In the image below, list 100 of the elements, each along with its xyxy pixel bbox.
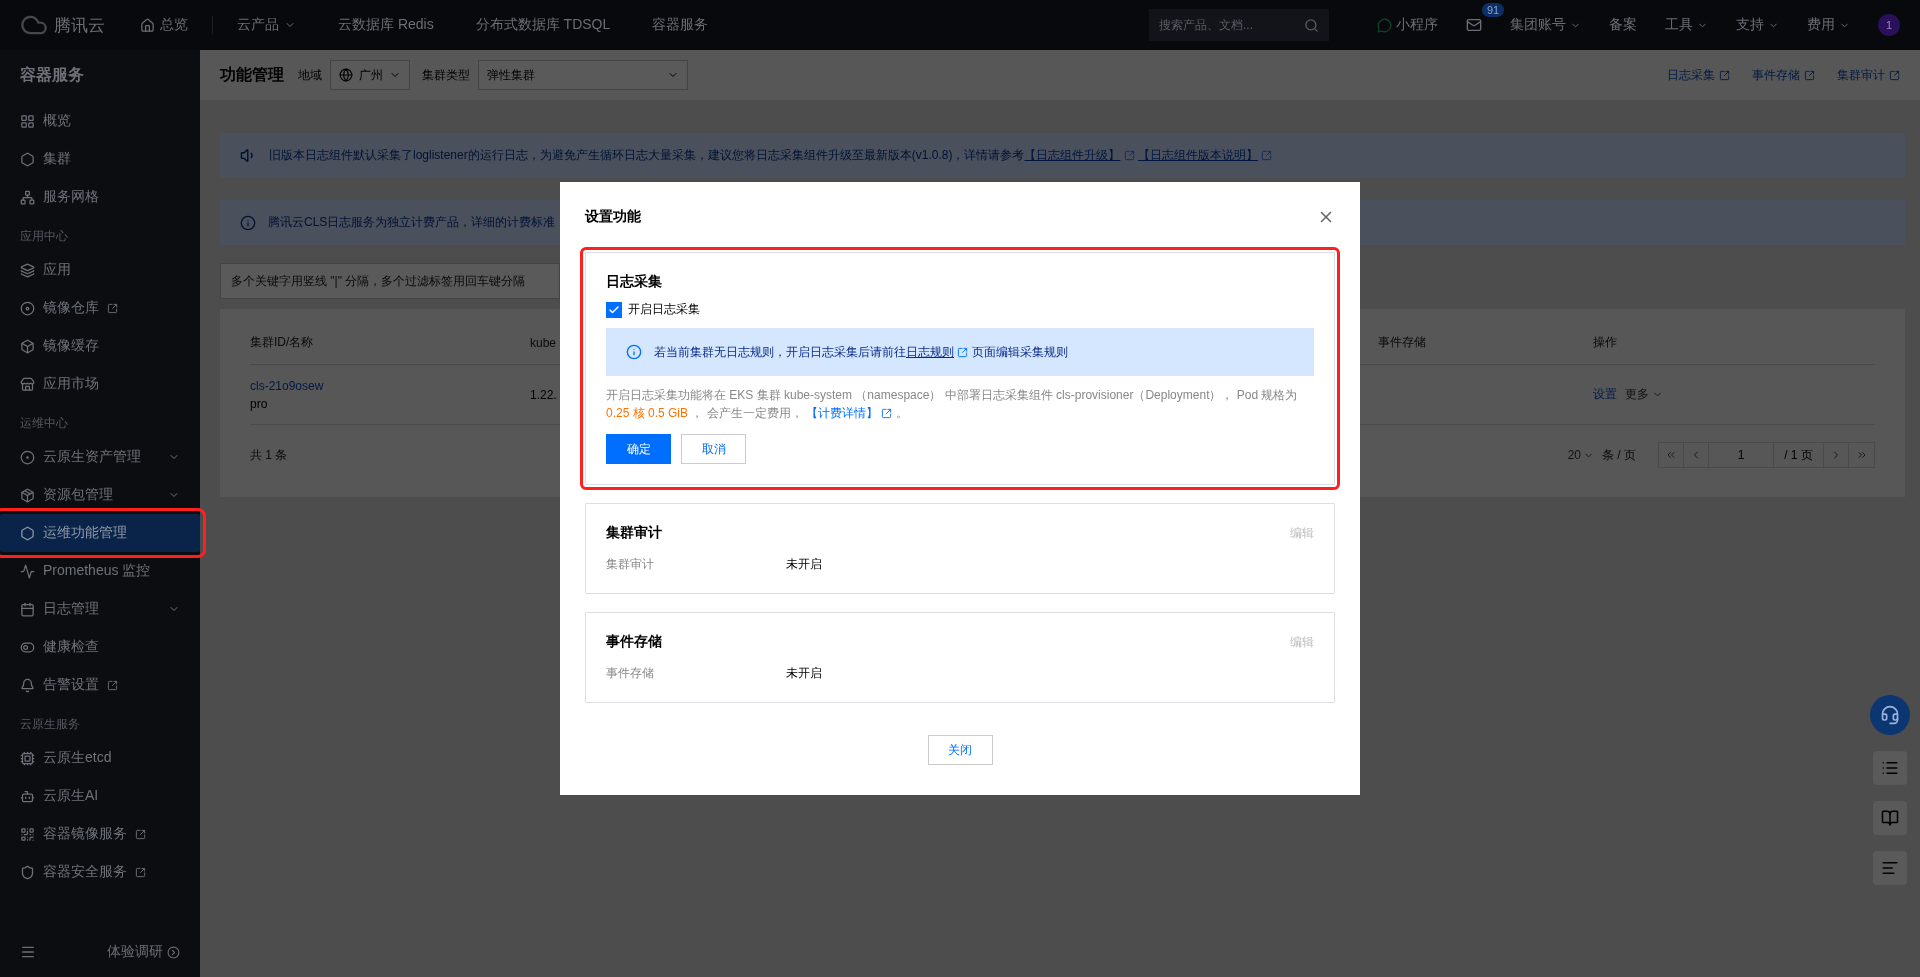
field-value: 未开启 [786, 665, 822, 682]
alert-text: 若当前集群无日志规则，开启日志采集后请前往日志规则 页面编辑采集规则 [654, 343, 1068, 361]
link[interactable]: 【日志组件版本说明】 [1138, 148, 1259, 162]
list-button[interactable] [1873, 751, 1907, 785]
external-link-icon [135, 866, 146, 878]
disc-icon [20, 300, 35, 316]
link[interactable]: 【计费详情】 [806, 406, 879, 420]
avatar[interactable]: 1 [1878, 14, 1900, 36]
page-title: 功能管理 [220, 64, 284, 85]
top-menu-item[interactable]: 备案 [1609, 16, 1637, 34]
filter-select[interactable]: 广州 [330, 60, 410, 90]
sidebar-item[interactable]: 镜像仓库 [0, 289, 200, 327]
cluster-id-link[interactable]: cls-21o9osew [250, 378, 324, 393]
sidebar-item[interactable]: 云原生AI [0, 777, 200, 815]
external-link-icon [1123, 150, 1135, 162]
robot-icon [20, 788, 35, 804]
menu-icon[interactable] [20, 944, 36, 960]
section-title: 日志采集 [606, 273, 663, 291]
link[interactable]: 日志规则 [906, 344, 954, 359]
sidebar-item[interactable]: 日志管理 [0, 590, 200, 628]
search-icon [1304, 17, 1319, 33]
grid-icon [20, 826, 35, 842]
sidebar-item[interactable]: Prometheus 监控 [0, 552, 200, 590]
link[interactable]: 【日志组件升级】 [1024, 148, 1121, 162]
support-button[interactable] [1870, 695, 1910, 735]
pulse-icon [20, 563, 35, 579]
table-cell: 1.22. [530, 387, 557, 402]
top-menu-item[interactable]: 支持 [1736, 16, 1779, 34]
nav-link[interactable]: 云产品 [237, 16, 296, 34]
mini-program-link[interactable]: 小程序 [1377, 16, 1438, 34]
header-link[interactable]: 日志采集 [1667, 66, 1730, 84]
sidebar-item[interactable]: 应用 [0, 251, 200, 289]
page-size-label: 条 / 页 [1602, 446, 1636, 464]
top-menu-item[interactable]: 费用 [1807, 16, 1850, 34]
description-text: 开启日志采集功能将在 EKS 集群 kube-system （namespace） 中部署日志采集组件 cls-provisioner（Deployment）， Pod 规格为 0.25 核 0.5 GiB ， 会产生一定费用， 【计费详情】 。 [606, 387, 1299, 422]
headset-icon [1880, 705, 1900, 725]
docs-button[interactable] [1873, 801, 1907, 835]
external-link-icon [1261, 150, 1273, 162]
sidebar-item[interactable]: 应用市场 [0, 365, 200, 403]
field-label: 集群审计 [606, 556, 655, 573]
sidebar-group-heading: 应用中心 [19, 228, 69, 245]
sidebar-item[interactable]: 容器镜像服务 [0, 815, 200, 853]
confirm-button[interactable]: 确定 [606, 434, 671, 464]
external-link-icon [957, 346, 969, 358]
sidebar-item[interactable]: 云原生资产管理 [0, 438, 200, 476]
calendar-icon [20, 601, 35, 617]
nav-link[interactable]: 分布式数据库 TDSQL [475, 16, 611, 34]
sidebar-item[interactable]: 云原生etcd [0, 739, 200, 777]
cancel-button[interactable]: 取消 [681, 434, 746, 464]
cube-icon [20, 338, 35, 354]
section-title: 事件存储 [606, 633, 662, 651]
hexagon-icon [20, 151, 35, 167]
sidebar-item[interactable]: 资源包管理 [0, 476, 200, 514]
header-link[interactable]: 事件存储 [1752, 66, 1815, 84]
bell-icon [20, 677, 35, 693]
field-value: 未开启 [786, 556, 822, 573]
survey-link[interactable]: 体验调研 [107, 943, 180, 961]
mail-button[interactable] [1466, 17, 1482, 33]
lines-icon [1881, 859, 1899, 877]
top-menu-item[interactable]: 集团账号 [1510, 16, 1581, 34]
field-label: 事件存储 [606, 665, 655, 682]
info-icon [626, 344, 642, 360]
more-link[interactable]: 更多 [1625, 386, 1663, 403]
list-icon [1881, 759, 1899, 777]
search-field[interactable]: 搜索产品、文档... [1149, 9, 1329, 41]
page-input[interactable]: 1 [1709, 443, 1774, 467]
sidebar-title: 容器服务 [19, 65, 85, 85]
column-header: kube [530, 335, 558, 350]
column-header: 集群ID/名称 [250, 334, 315, 351]
page-size-select[interactable]: 20 [1567, 448, 1594, 462]
settings-link[interactable]: 设置 [1593, 386, 1617, 403]
package-icon [20, 487, 35, 503]
external-link-icon [1804, 69, 1815, 81]
external-link-icon [107, 302, 118, 314]
sidebar-item[interactable]: 集群 [0, 140, 200, 178]
nav-link[interactable]: 云数据库 Redis [338, 16, 434, 34]
checkbox-label: 开启日志采集 [628, 301, 700, 318]
sidebar-item[interactable]: 健康检查 [0, 628, 200, 666]
sidebar-item[interactable]: 服务网格 [0, 178, 200, 216]
nav-link[interactable]: 容器服务 [652, 16, 709, 34]
sidebar-item[interactable]: 告警设置 [0, 666, 200, 704]
notice-text: 腾讯云CLS日志服务为独立计费产品，详细的计费标准 [268, 214, 556, 231]
info-icon [240, 214, 256, 231]
nav-link[interactable]: 总览 [140, 16, 188, 34]
globe-icon [339, 68, 353, 82]
sidebar-item[interactable]: 容器安全服务 [0, 853, 200, 891]
filter-select[interactable]: 弹性集群 [478, 60, 688, 90]
section-title: 集群审计 [606, 524, 662, 542]
top-menu-item[interactable]: 工具 [1665, 16, 1708, 34]
search-field[interactable]: 多个关键字用竖线 "|" 分隔，多个过滤标签用回车键分隔 [220, 263, 560, 299]
sidebar-item[interactable]: 概览 [0, 102, 200, 140]
column-header: 事件存储 [1378, 334, 1427, 351]
dialog-title: 设置功能 [585, 208, 641, 226]
close-dialog-button[interactable]: 关闭 [927, 735, 993, 765]
column-header: 操作 [1593, 334, 1618, 351]
header-link[interactable]: 集群审计 [1837, 66, 1900, 84]
external-link-icon [1889, 69, 1900, 81]
sidebar-item[interactable]: 镜像缓存 [0, 327, 200, 365]
outline-button[interactable] [1873, 851, 1907, 885]
checkbox[interactable] [606, 301, 622, 318]
